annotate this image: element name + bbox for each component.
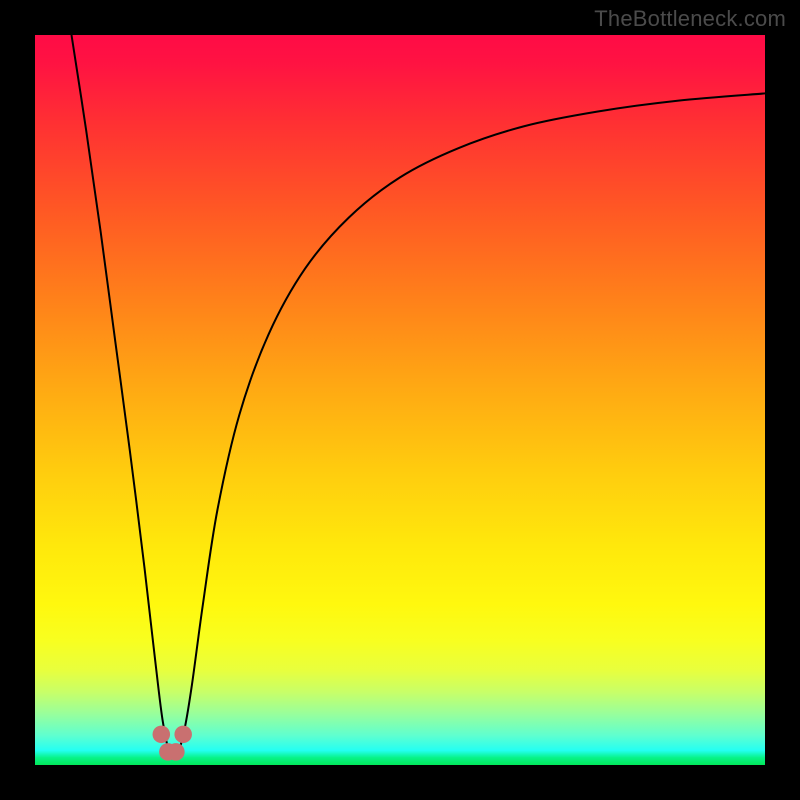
curve-marker <box>167 743 185 761</box>
curve-marker <box>153 726 171 744</box>
attribution-text: TheBottleneck.com <box>594 6 786 32</box>
curve-layer <box>35 35 765 765</box>
curve-markers <box>153 726 192 761</box>
chart-frame: TheBottleneck.com <box>0 0 800 800</box>
curve-marker <box>174 726 192 744</box>
bottleneck-curve <box>72 35 766 758</box>
plot-area <box>35 35 765 765</box>
